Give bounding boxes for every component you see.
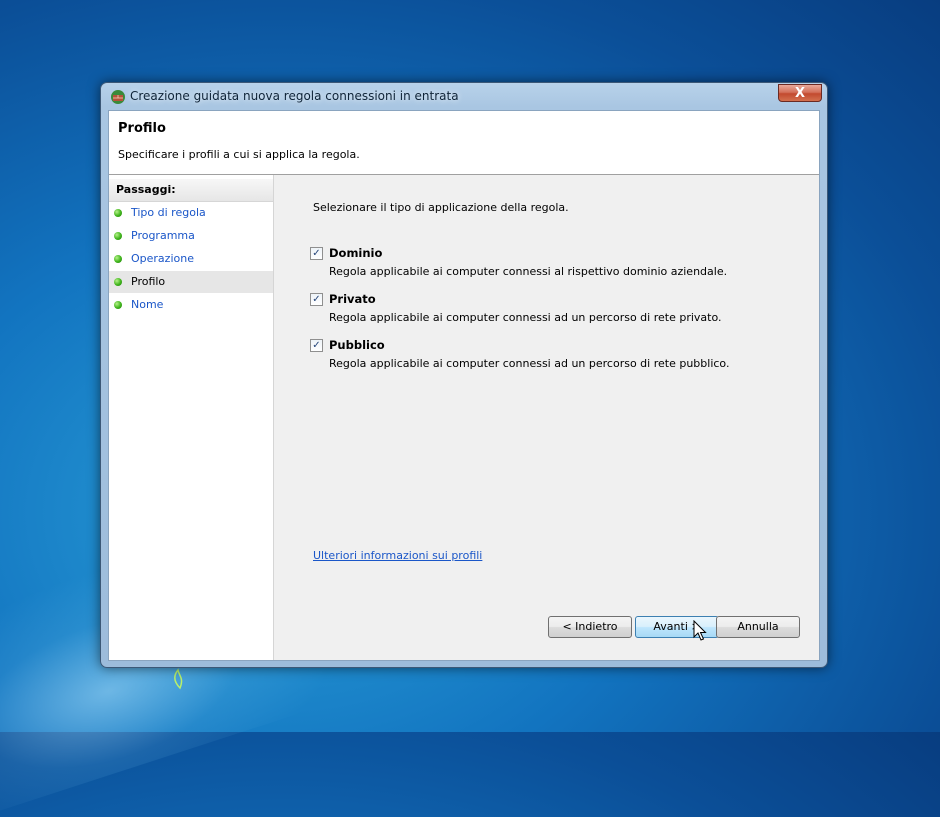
option-pubblico: ✓ Pubblico Regola applicabile ai compute… bbox=[310, 338, 790, 379]
page-subtitle: Specificare i profili a cui si applica l… bbox=[118, 148, 360, 161]
step-label: Operazione bbox=[131, 252, 194, 265]
mouse-cursor-icon bbox=[693, 620, 707, 641]
pubblico-label[interactable]: Pubblico bbox=[329, 338, 385, 352]
step-item-programma[interactable]: Programma bbox=[109, 225, 273, 247]
step-item-profilo: Profilo bbox=[109, 271, 273, 293]
title-bar[interactable]: Creazione guidata nuova regola connessio… bbox=[101, 83, 827, 109]
wizard-client-area: Profilo Specificare i profili a cui si a… bbox=[108, 110, 820, 661]
dominio-label[interactable]: Dominio bbox=[329, 246, 382, 260]
pubblico-checkbox[interactable]: ✓ bbox=[310, 339, 323, 352]
cancel-button[interactable]: Annulla bbox=[716, 616, 800, 638]
check-icon: ✓ bbox=[312, 340, 321, 351]
step-label: Nome bbox=[131, 298, 164, 311]
close-icon: X bbox=[794, 86, 806, 101]
check-icon: ✓ bbox=[312, 294, 321, 305]
steps-heading: Passaggi: bbox=[116, 183, 176, 196]
option-dominio: ✓ Dominio Regola applicabile ai computer… bbox=[310, 246, 790, 287]
privato-description: Regola applicabile ai computer connessi … bbox=[329, 311, 722, 324]
instruction-text: Selezionare il tipo di applicazione dell… bbox=[313, 201, 569, 214]
steps-panel: Passaggi: Tipo di regola Programma Opera… bbox=[109, 175, 274, 660]
step-label: Profilo bbox=[131, 275, 166, 288]
pubblico-description: Regola applicabile ai computer connessi … bbox=[329, 357, 730, 370]
page-title: Profilo bbox=[118, 121, 166, 136]
option-privato: ✓ Privato Regola applicabile ai computer… bbox=[310, 292, 790, 333]
content-panel: Selezionare il tipo di applicazione dell… bbox=[274, 175, 819, 660]
steps-header: Passaggi: bbox=[109, 179, 273, 202]
desktop-leaf-icon bbox=[174, 668, 183, 690]
step-item-tipo-di-regola[interactable]: Tipo di regola bbox=[109, 202, 273, 224]
dominio-description: Regola applicabile ai computer connessi … bbox=[329, 265, 728, 278]
step-dot-icon bbox=[114, 301, 122, 309]
privato-checkbox[interactable]: ✓ bbox=[310, 293, 323, 306]
step-label: Programma bbox=[131, 229, 195, 242]
firewall-icon bbox=[111, 90, 125, 104]
step-dot-icon bbox=[114, 278, 122, 286]
privato-label[interactable]: Privato bbox=[329, 292, 376, 306]
step-dot-icon bbox=[114, 255, 122, 263]
window-title: Creazione guidata nuova regola connessio… bbox=[130, 89, 459, 103]
step-dot-icon bbox=[114, 232, 122, 240]
check-icon: ✓ bbox=[312, 248, 321, 259]
step-dot-icon bbox=[114, 209, 122, 217]
step-label: Tipo di regola bbox=[131, 206, 206, 219]
wizard-window: Creazione guidata nuova regola connessio… bbox=[100, 82, 828, 668]
step-item-operazione[interactable]: Operazione bbox=[109, 248, 273, 270]
dominio-checkbox[interactable]: ✓ bbox=[310, 247, 323, 260]
wizard-header: Profilo Specificare i profili a cui si a… bbox=[109, 111, 819, 175]
close-button[interactable]: X bbox=[778, 84, 822, 102]
profiles-info-link[interactable]: Ulteriori informazioni sui profili bbox=[313, 549, 482, 562]
step-item-nome[interactable]: Nome bbox=[109, 294, 273, 316]
back-button[interactable]: < Indietro bbox=[548, 616, 632, 638]
